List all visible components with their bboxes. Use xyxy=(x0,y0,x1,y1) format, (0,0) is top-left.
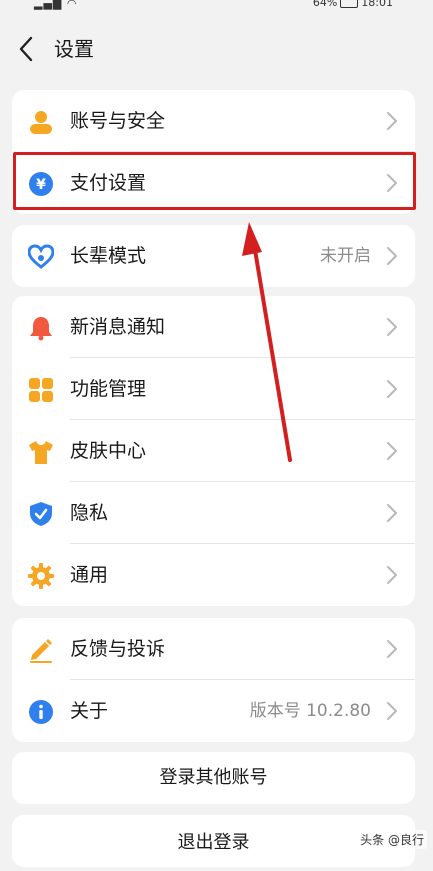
elder-mode-card: 长辈模式 未开启 xyxy=(12,225,415,287)
bell-icon xyxy=(30,317,52,341)
general-group-card: 新消息通知 功能管理 皮肤中心 隐私 通用 xyxy=(12,296,415,606)
settings-item-label: 皮肤中心 xyxy=(70,440,147,462)
chevron-right-icon xyxy=(387,566,397,584)
version-number: 版本号 10.2.80 xyxy=(249,701,371,721)
pencil-icon xyxy=(30,639,52,663)
settings-item-label: 隐私 xyxy=(70,502,109,524)
battery-percent: 64% xyxy=(312,0,338,9)
settings-item-feedback[interactable]: 反馈与投诉 xyxy=(12,618,415,680)
settings-item-general[interactable]: 通用 xyxy=(12,544,415,606)
settings-item-label: 长辈模式 xyxy=(70,245,147,267)
chevron-right-icon xyxy=(387,504,397,522)
settings-item-label: 反馈与投诉 xyxy=(70,638,166,660)
grid-icon xyxy=(29,378,53,402)
login-other-account-button[interactable]: 登录其他账号 xyxy=(12,752,415,804)
status-bar: ▂▄▆ ◠ 64% 18:01 xyxy=(0,0,433,12)
svg-text:¥: ¥ xyxy=(36,177,46,193)
settings-item-elder-mode[interactable]: 长辈模式 未开启 xyxy=(12,225,415,287)
page-title: 设置 xyxy=(54,37,94,61)
chevron-right-icon xyxy=(387,247,397,265)
status-right: 64% 18:01 xyxy=(313,0,393,9)
settings-item-features[interactable]: 功能管理 xyxy=(12,358,415,420)
settings-item-notifications[interactable]: 新消息通知 xyxy=(12,296,415,358)
back-button[interactable] xyxy=(14,34,40,64)
signal-icon: ▂▄▆ ◠ xyxy=(34,0,78,10)
settings-item-label: 支付设置 xyxy=(70,172,147,194)
battery-icon xyxy=(340,0,359,8)
title-bar: 设置 xyxy=(0,24,433,74)
tshirt-icon xyxy=(29,441,53,464)
logout-button[interactable]: 退出登录 xyxy=(12,815,415,867)
settings-item-about[interactable]: 关于 版本号 10.2.80 xyxy=(12,680,415,742)
heart-icon xyxy=(28,244,54,269)
shield-icon xyxy=(30,502,52,526)
chevron-right-icon xyxy=(387,640,397,658)
account-group-card: 账号与安全 ¥ 支付设置 xyxy=(12,90,415,214)
chevron-left-icon xyxy=(19,36,33,62)
clock: 18:01 xyxy=(361,0,393,9)
chevron-right-icon xyxy=(387,702,397,720)
settings-item-privacy[interactable]: 隐私 xyxy=(12,482,415,544)
settings-item-skin[interactable]: 皮肤中心 xyxy=(12,420,415,482)
chevron-right-icon xyxy=(387,112,397,130)
chevron-right-icon xyxy=(387,174,397,192)
user-icon xyxy=(30,111,52,134)
chevron-right-icon xyxy=(387,380,397,398)
chevron-right-icon xyxy=(387,318,397,336)
chevron-right-icon xyxy=(387,442,397,460)
yuan-icon: ¥ xyxy=(29,172,53,196)
settings-item-label: 关于 xyxy=(70,700,109,722)
settings-item-payment[interactable]: ¥ 支付设置 xyxy=(12,152,415,214)
watermark: 头条 @良行 xyxy=(357,830,427,849)
settings-item-account-security[interactable]: 账号与安全 xyxy=(12,90,415,152)
gear-icon xyxy=(28,563,54,589)
settings-item-label: 功能管理 xyxy=(70,378,147,400)
elder-mode-status: 未开启 xyxy=(320,246,371,266)
info-icon xyxy=(29,700,53,724)
support-group-card: 反馈与投诉 关于 版本号 10.2.80 xyxy=(12,618,415,742)
settings-item-label: 账号与安全 xyxy=(70,110,166,132)
settings-item-label: 通用 xyxy=(70,564,109,586)
settings-item-label: 新消息通知 xyxy=(70,316,166,338)
